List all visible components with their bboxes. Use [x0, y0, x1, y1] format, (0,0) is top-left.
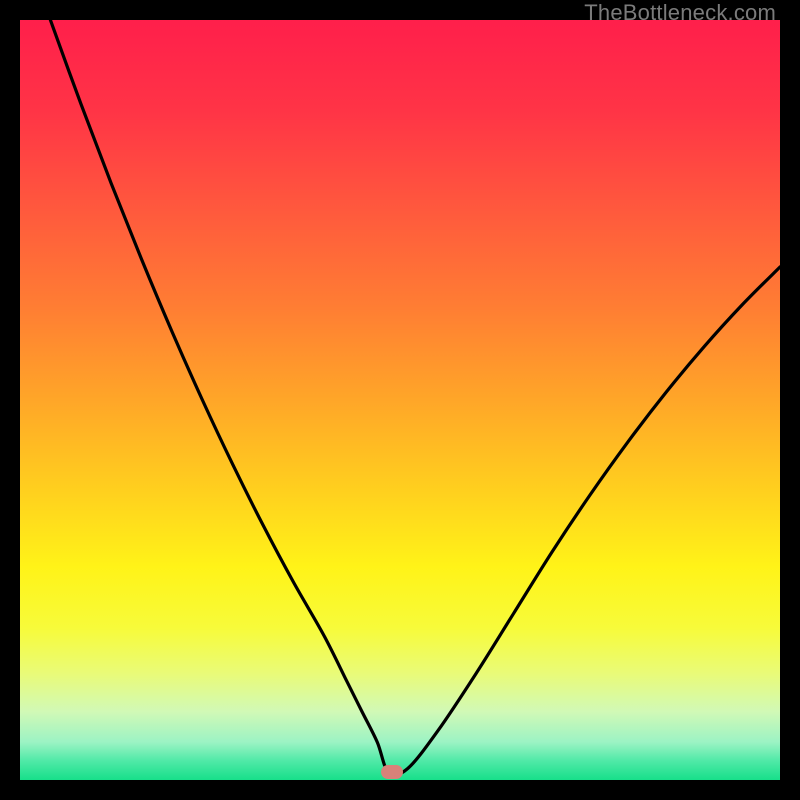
gradient-background — [20, 20, 780, 780]
chart-frame — [20, 20, 780, 780]
optimal-point-marker — [381, 765, 403, 779]
watermark-text: TheBottleneck.com — [584, 0, 776, 26]
chart-plot — [20, 20, 780, 780]
